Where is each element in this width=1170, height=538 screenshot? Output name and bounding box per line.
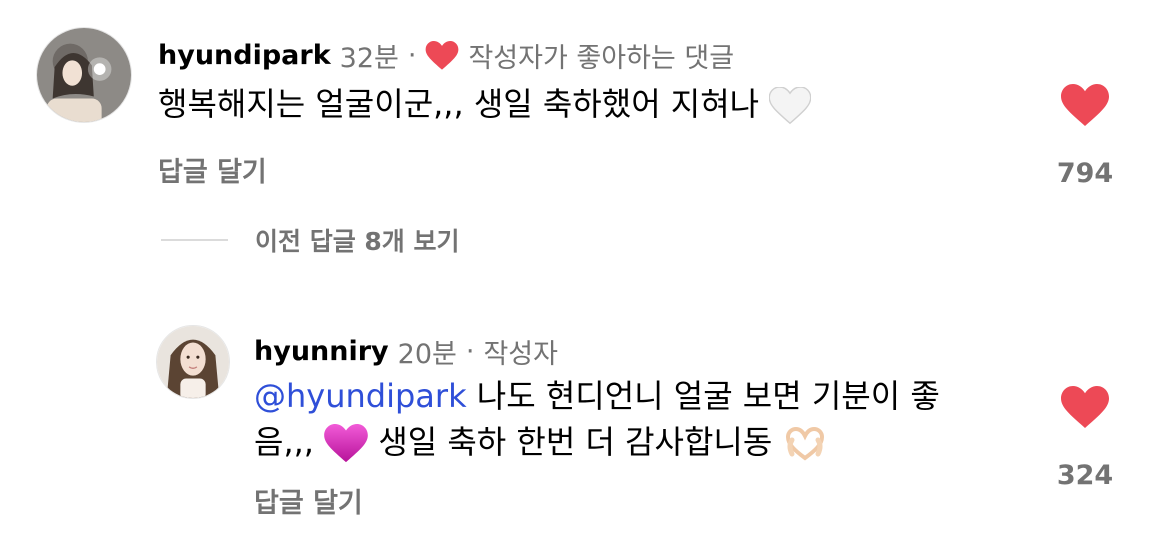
comment-time: 20분 xyxy=(397,339,457,370)
comment-line-1: @hyundipark 나도 현디언니 얼굴 보면 기분이 좋 xyxy=(254,373,940,419)
avatar-hyunniry[interactable] xyxy=(156,325,230,399)
comment-text: 행복해지는 얼굴이군,,, 생일 축하했어 지혀나 xyxy=(158,81,812,127)
username[interactable]: hyundipark xyxy=(158,40,331,71)
author-liked-heart-icon xyxy=(426,40,459,70)
separator-dot: · xyxy=(407,40,417,71)
like-section: 794 xyxy=(1047,84,1123,189)
comment-meta: hyunniry 20분 · 작성자 xyxy=(254,332,558,371)
view-replies-label: 이전 답글 8개 보기 xyxy=(255,227,460,256)
comment-text: @hyundipark 나도 현디언니 얼굴 보면 기분이 좋 음,,, 생일 … xyxy=(254,373,940,465)
comment-body-line1: 나도 현디언니 얼굴 보면 기분이 좋 xyxy=(466,377,940,415)
avatar-image xyxy=(37,28,131,122)
divider-line xyxy=(161,239,228,241)
comment-line-2: 음,,, 생일 축하 한번 더 감사합니동 xyxy=(254,419,940,465)
like-heart-icon[interactable] xyxy=(1060,84,1110,128)
reply-button[interactable]: 답글 달기 xyxy=(158,150,267,189)
avatar-image xyxy=(157,326,229,398)
author-badge: 작성자 xyxy=(483,339,558,370)
reply-button[interactable]: 답글 달기 xyxy=(254,481,363,520)
comment-body: 행복해지는 얼굴이군,,, 생일 축하했어 지혀나 xyxy=(158,85,760,123)
like-count: 324 xyxy=(1056,460,1114,491)
pink-heart-icon xyxy=(324,424,368,463)
comment-thread: hyundipark 32분 · 작성자가 좋아하는 댓글 행복해지는 얼굴이군… xyxy=(0,0,1170,538)
mention-link[interactable]: @hyundipark xyxy=(254,377,467,415)
separator-dot: · xyxy=(465,336,475,367)
comment-body-line2a: 음,,, xyxy=(254,423,314,461)
author-liked-label: 작성자가 좋아하는 댓글 xyxy=(468,43,735,74)
like-heart-icon[interactable] xyxy=(1060,386,1110,430)
white-heart-icon xyxy=(769,87,812,125)
comment-body-line2b: 생일 축하 한번 더 감사합니동 xyxy=(378,423,773,461)
like-count: 794 xyxy=(1056,158,1114,189)
username[interactable]: hyunniry xyxy=(254,336,389,367)
like-section: 324 xyxy=(1047,386,1123,491)
view-previous-replies-button[interactable]: 이전 답글 8개 보기 xyxy=(161,222,460,258)
heart-hands-icon xyxy=(786,426,825,461)
comment-meta: hyundipark 32분 · 작성자가 좋아하는 댓글 xyxy=(158,36,734,75)
avatar-hyundipark[interactable] xyxy=(36,27,132,123)
comment-time: 32분 xyxy=(339,43,399,74)
